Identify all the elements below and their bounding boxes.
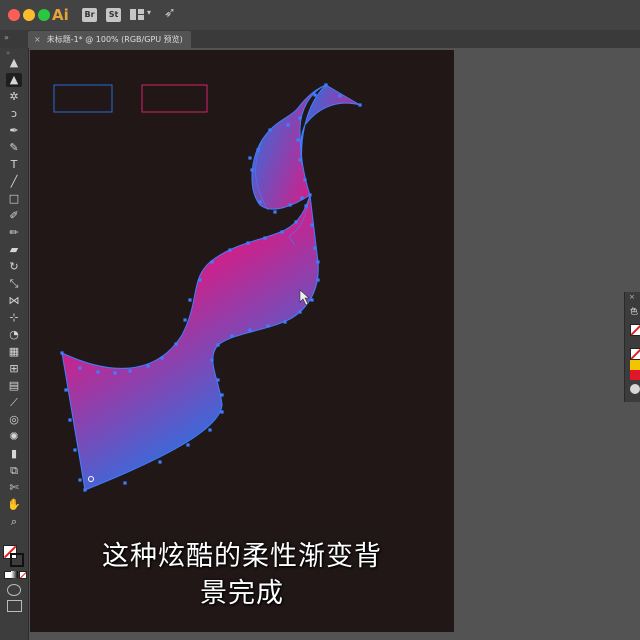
anchor-point[interactable]: [64, 388, 68, 392]
anchor-point[interactable]: [280, 230, 284, 234]
anchor-point[interactable]: [288, 203, 292, 207]
anchor-point[interactable]: [183, 318, 187, 322]
anchor-point[interactable]: [210, 358, 214, 362]
panel-fill-swatch[interactable]: [630, 324, 640, 336]
anchor-point[interactable]: [303, 178, 307, 182]
anchor-point[interactable]: [316, 278, 320, 282]
anchor-point[interactable]: [123, 481, 127, 485]
anchor-point[interactable]: [230, 334, 234, 338]
blue-rectangle[interactable]: [53, 84, 113, 113]
panel-options-icon[interactable]: [630, 384, 640, 394]
panel-yellow-swatch[interactable]: [630, 360, 640, 370]
anchor-point[interactable]: [83, 488, 87, 492]
anchor-point[interactable]: [220, 410, 224, 414]
anchor-point[interactable]: [298, 310, 302, 314]
anchor-point[interactable]: [283, 320, 287, 324]
anchor-point[interactable]: [246, 241, 250, 245]
anchor-point[interactable]: [198, 278, 202, 282]
anchor-point[interactable]: [256, 148, 260, 152]
anchor-point[interactable]: [78, 366, 82, 370]
panel-none-swatch[interactable]: [630, 348, 640, 360]
anchor-point[interactable]: [160, 356, 164, 360]
anchor-point[interactable]: [298, 116, 302, 120]
anchor-point[interactable]: [228, 248, 232, 252]
gradient-ribbon-shape[interactable]: [61, 194, 319, 491]
anchor-point[interactable]: [68, 418, 72, 422]
anchor-point[interactable]: [324, 83, 328, 87]
video-subtitle: 这种炫酷的柔性渐变背 景完成: [30, 538, 454, 612]
subtitle-line-1: 这种炫酷的柔性渐变背: [102, 541, 382, 572]
color-panel-title: 色: [630, 307, 638, 316]
anchor-point[interactable]: [216, 343, 220, 347]
anchor-point[interactable]: [220, 393, 224, 397]
anchor-point[interactable]: [338, 94, 342, 98]
anchor-point[interactable]: [263, 236, 267, 240]
anchor-point[interactable]: [298, 158, 302, 162]
anchor-point[interactable]: [174, 342, 178, 346]
anchor-point[interactable]: [304, 204, 308, 208]
anchor-point[interactable]: [128, 369, 132, 373]
subtitle-line-2: 景完成: [200, 578, 284, 609]
anchor-point[interactable]: [308, 193, 312, 197]
anchor-point[interactable]: [113, 371, 117, 375]
anchor-point[interactable]: [146, 364, 150, 368]
anchor-point[interactable]: [208, 428, 212, 432]
anchor-point[interactable]: [358, 103, 362, 107]
anchor-point[interactable]: [250, 168, 254, 172]
anchor-point[interactable]: [258, 200, 262, 204]
anchor-point[interactable]: [210, 260, 214, 264]
anchor-point[interactable]: [73, 448, 77, 452]
anchor-point[interactable]: [316, 260, 320, 264]
anchor-point[interactable]: [216, 378, 220, 382]
anchor-point[interactable]: [273, 210, 277, 214]
anchor-point[interactable]: [310, 298, 314, 302]
pink-rectangle[interactable]: [141, 84, 208, 113]
anchor-point[interactable]: [313, 93, 317, 97]
panel-red-swatch[interactable]: [630, 370, 640, 380]
anchor-point[interactable]: [286, 123, 290, 127]
anchor-point[interactable]: [310, 223, 314, 227]
anchor-point[interactable]: [78, 478, 82, 482]
anchor-point[interactable]: [96, 370, 100, 374]
anchor-point[interactable]: [188, 298, 192, 302]
anchor-point[interactable]: [248, 328, 252, 332]
panel-close-icon[interactable]: ×: [629, 293, 635, 301]
anchor-point[interactable]: [60, 351, 64, 355]
anchor-point[interactable]: [248, 156, 252, 160]
anchor-point[interactable]: [296, 138, 300, 142]
anchor-point[interactable]: [186, 443, 190, 447]
anchor-point[interactable]: [268, 128, 272, 132]
anchor-point[interactable]: [158, 460, 162, 464]
anchor-point[interactable]: [266, 324, 270, 328]
anchor-point[interactable]: [294, 220, 298, 224]
anchor-point[interactable]: [300, 196, 304, 200]
anchor-point[interactable]: [313, 246, 317, 250]
